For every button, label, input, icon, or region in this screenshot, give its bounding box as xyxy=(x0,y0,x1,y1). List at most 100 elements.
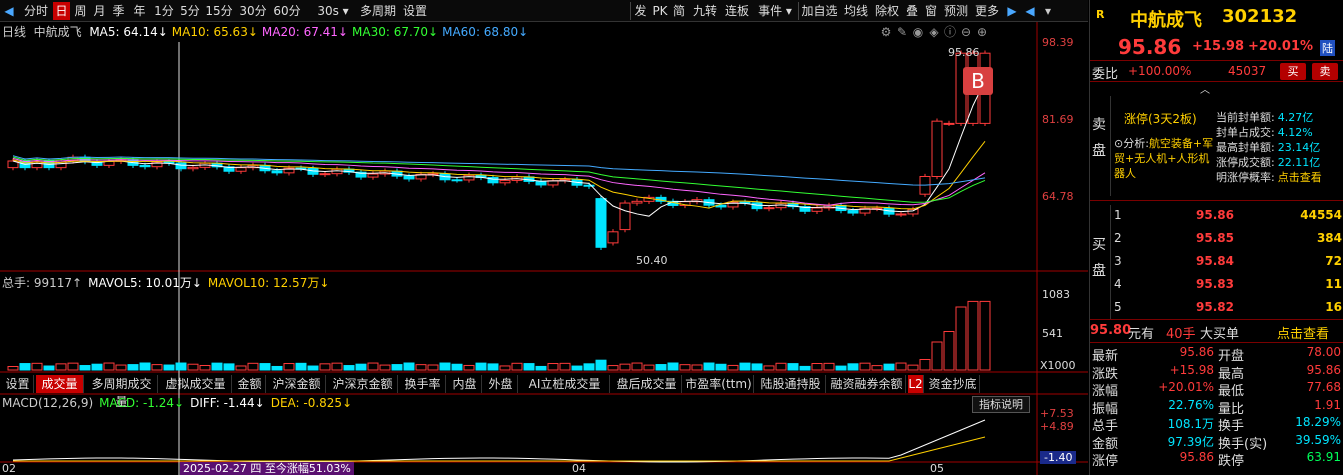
tb-jiuzhuan[interactable]: 九转 xyxy=(690,2,720,20)
tb-multi-period[interactable]: 多周期 xyxy=(358,2,398,20)
order-book-row[interactable]: 3 95.84 72 xyxy=(1090,250,1343,272)
tb-quarter[interactable]: 季 xyxy=(110,2,127,20)
dropdown-icon[interactable]: ▾ xyxy=(1040,2,1056,20)
indicator-tab[interactable]: 成交量 xyxy=(36,375,84,393)
indicator-tab[interactable]: 设置 xyxy=(2,375,34,393)
volume-bar xyxy=(967,300,979,371)
quote-detail-row: 总手 108.1万 换手 18.29% xyxy=(1092,415,1341,434)
buy-button[interactable]: 买 xyxy=(1280,63,1306,80)
tb-month[interactable]: 月 xyxy=(91,2,108,20)
tb-predict[interactable]: 预测 xyxy=(941,2,971,20)
volume-bar xyxy=(199,364,211,371)
collapse-icon[interactable]: ▶ xyxy=(1004,2,1020,20)
indicator-tab[interactable]: 虚拟成交量 xyxy=(160,375,232,393)
volume-bar xyxy=(451,363,463,371)
candle-body xyxy=(187,166,199,170)
tb-add-watch[interactable]: 加自选 xyxy=(798,2,840,20)
tb-60min[interactable]: 60分 xyxy=(272,2,302,20)
tb-event-dropdown[interactable]: 事件 ▾ xyxy=(754,2,796,20)
volume-bar xyxy=(823,362,835,371)
candle-body xyxy=(943,122,955,125)
volume-bar xyxy=(463,364,475,371)
volume-bar xyxy=(475,362,487,371)
y-tick: 64.78 xyxy=(1042,190,1074,203)
tb-window[interactable]: 窗 xyxy=(922,2,940,20)
hk-connect-tag: 陆 xyxy=(1320,40,1335,56)
indicator-tab[interactable]: 融资融券余额 xyxy=(828,375,906,393)
order-book-row[interactable]: 1 95.86 44554 xyxy=(1090,204,1343,226)
order-book-row[interactable]: 2 95.85 384 xyxy=(1090,227,1343,249)
quote-detail-row: 涨停 95.86 跌停 63.91 xyxy=(1092,450,1341,469)
tb-pk[interactable]: PK xyxy=(650,2,670,20)
indicator-tab[interactable]: 金额 xyxy=(234,375,266,393)
indicator-tab[interactable]: 内盘 xyxy=(448,375,482,393)
sell-button[interactable]: 卖 xyxy=(1312,63,1338,80)
buy-signal-badge[interactable]: B xyxy=(963,67,993,95)
tb-exright[interactable]: 除权 xyxy=(872,2,902,20)
tb-year[interactable]: 年 xyxy=(131,2,148,20)
tb-overlay[interactable]: 叠 xyxy=(903,2,921,20)
weibi-label: 委比 xyxy=(1092,67,1119,82)
volume-bar xyxy=(127,364,139,371)
expand-icon[interactable]: ◀ xyxy=(1022,2,1038,20)
indicator-tab[interactable]: 盘后成交量 xyxy=(612,375,682,393)
indicator-tab[interactable]: 市盈率(ttm) xyxy=(684,375,754,393)
indicator-tab[interactable]: 沪深京金额 xyxy=(328,375,398,393)
app-logo: R xyxy=(1096,8,1105,21)
tb-15min[interactable]: 15分 xyxy=(204,2,234,20)
tb-more[interactable]: 更多 xyxy=(972,2,1002,20)
candle-body xyxy=(271,170,283,174)
indicator-tab[interactable]: AI立桩成交量 xyxy=(520,375,610,393)
tb-30min[interactable]: 30分 xyxy=(238,2,268,20)
volume-bar xyxy=(727,364,739,371)
indicator-tab[interactable]: 多周期成交量 xyxy=(86,375,158,409)
sell-side-label: 卖盘 xyxy=(1092,117,1106,159)
candle-body xyxy=(499,179,511,184)
chevron-up-icon[interactable]: ︿ xyxy=(1200,81,1210,96)
back-icon[interactable]: ◀ xyxy=(0,2,18,20)
tb-settings[interactable]: 设置 xyxy=(400,2,430,20)
tb-week[interactable]: 周 xyxy=(72,2,89,20)
indicator-tab[interactable]: L2 xyxy=(908,375,924,393)
volume-bar xyxy=(439,362,451,371)
volume-bar xyxy=(559,362,571,371)
tb-ma[interactable]: 均线 xyxy=(841,2,871,20)
indicator-tab[interactable]: 资金抄底 xyxy=(926,375,980,393)
tb-day[interactable]: 日 xyxy=(53,2,70,20)
volume-bar xyxy=(55,363,67,371)
big-buy-row: 95.80 元有 40手 大买单 点击查看 xyxy=(1090,323,1343,342)
vol-legend-item: MAVOL10: 12.57万↓ xyxy=(207,276,330,290)
volume-bar xyxy=(355,363,367,371)
tb-5min[interactable]: 5分 xyxy=(178,2,202,20)
vol-legend-item: 总手: 99117↑ xyxy=(2,276,83,290)
x-label: 04 xyxy=(572,462,586,475)
macd-legend-item: MACD(12,26,9) xyxy=(2,396,94,410)
volume-bar xyxy=(595,359,607,371)
tb-1min[interactable]: 1分 xyxy=(152,2,176,20)
indicator-tab[interactable]: 换手率 xyxy=(400,375,446,393)
quote-detail-row: 振幅 22.76% 量比 1.91 xyxy=(1092,397,1341,417)
volume-bar xyxy=(427,364,439,371)
quote-panel: R 中航成飞 302132 95.86 +15.98 +20.01% 陆 委比 … xyxy=(1089,0,1343,475)
volume-bar xyxy=(715,363,727,371)
volume-bar xyxy=(883,363,895,371)
indicator-tab[interactable]: 外盘 xyxy=(484,375,518,393)
candle-body xyxy=(607,231,619,244)
volume-bar xyxy=(19,363,31,371)
big-buy-link[interactable]: 点击查看 xyxy=(1277,323,1329,342)
indicator-tab[interactable]: 陆股通持股 xyxy=(756,375,826,393)
big-buy-lots: 40手 xyxy=(1166,327,1196,342)
tb-jian[interactable]: 简 xyxy=(670,2,688,20)
vol-tick: 541 xyxy=(1042,327,1063,340)
tb-30s-dropdown[interactable]: 30s ▾ xyxy=(310,2,356,20)
indicator-tab[interactable]: 沪深金额 xyxy=(268,375,326,393)
tb-lianban[interactable]: 连板 xyxy=(722,2,752,20)
order-book-row[interactable]: 4 95.83 11 xyxy=(1090,273,1343,295)
tb-fenshi[interactable]: 分时 xyxy=(20,2,52,20)
order-book-row[interactable]: 5 95.82 16 xyxy=(1090,296,1343,318)
indicator-help-button[interactable]: 指标说明 xyxy=(972,396,1030,413)
tb-fa[interactable]: 发 xyxy=(630,2,650,20)
quote-detail-row: 金额 97.39亿 换手(实) 39.59% xyxy=(1092,432,1341,452)
volume-bar xyxy=(403,362,415,371)
limit-stat-row[interactable]: 明涨停概率: 点击查看 xyxy=(1216,170,1343,185)
